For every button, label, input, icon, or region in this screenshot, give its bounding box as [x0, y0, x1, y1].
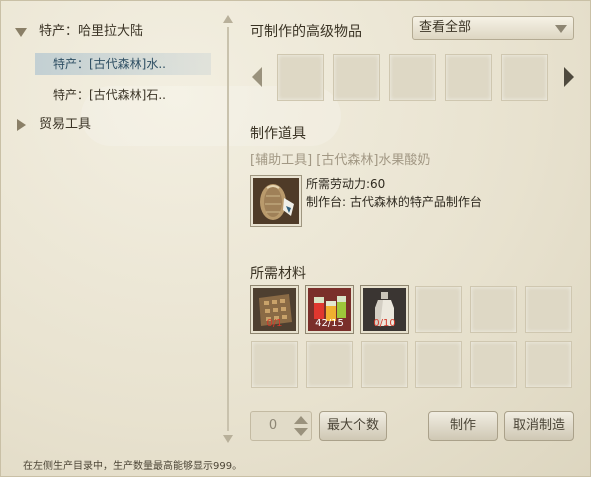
advanced-item-slot[interactable] — [389, 54, 436, 101]
scroll-down-icon[interactable] — [223, 435, 233, 443]
material-slot-empty — [415, 286, 462, 333]
labor-requirement: 所需劳动力:60 — [306, 177, 386, 191]
expand-triangle-icon — [15, 28, 27, 37]
tree-group-label: 贸易工具 — [39, 117, 92, 132]
crafting-window: 特产：哈里拉大陆 特产：[古代森林]水.. 特产：[古代森林]石.. 贸易工具 … — [0, 0, 591, 477]
cancel-craft-button[interactable]: 取消制造 — [504, 411, 574, 441]
advanced-item-slot[interactable] — [333, 54, 380, 101]
crafting-station: 制作台: 古代森林的特产品制作台 — [306, 195, 482, 209]
tree-group-trade-tools[interactable]: 贸易工具 — [15, 114, 215, 136]
collapse-triangle-icon — [17, 119, 26, 131]
material-slot-empty — [525, 286, 572, 333]
material-slot-empty — [415, 341, 462, 388]
craft-button[interactable]: 制作 — [428, 411, 498, 441]
milk-bottle-icon[interactable]: 0/10 — [361, 286, 408, 333]
decrement-icon[interactable] — [294, 428, 308, 436]
sack-icon[interactable] — [251, 176, 301, 226]
food-tray-icon[interactable]: 0/1 — [251, 286, 298, 333]
material-slot-empty — [306, 341, 353, 388]
material-slot-empty — [251, 341, 298, 388]
carousel-prev-icon[interactable] — [252, 67, 262, 87]
material-count: 42/15 — [315, 318, 344, 329]
increment-icon[interactable] — [294, 416, 308, 424]
materials-title: 所需材料 — [250, 266, 306, 282]
filter-dropdown-value: 查看全部 — [419, 20, 472, 35]
carousel-next-icon[interactable] — [564, 67, 574, 87]
tree-item-stone[interactable]: 特产：[古代森林]石.. — [35, 84, 211, 106]
material-slot-empty — [470, 286, 517, 333]
tree-group-label: 特产：哈里拉大陆 — [39, 24, 144, 39]
tree-item-label: 特产：[古代森林]石.. — [53, 88, 166, 102]
tree-group-harira[interactable]: 特产：哈里拉大陆 — [15, 21, 215, 43]
advanced-item-slot[interactable] — [277, 54, 324, 101]
material-count: 0/1 — [266, 318, 283, 329]
advanced-item-slot[interactable] — [501, 54, 548, 101]
quantity-stepper[interactable]: 0 — [250, 411, 312, 441]
material-slot-empty — [470, 341, 517, 388]
tree-item-label: 特产：[古代森林]水.. — [53, 57, 166, 71]
tool-section-title: 制作道具 — [250, 126, 306, 142]
chevron-down-icon — [555, 25, 567, 33]
scroll-track[interactable] — [227, 27, 229, 431]
material-slot-empty — [361, 341, 408, 388]
tree-scrollbar[interactable] — [223, 15, 233, 443]
tool-item-name: [辅助工具] [古代森林]水果酸奶 — [250, 153, 431, 168]
tree-item-fruit[interactable]: 特产：[古代森林]水.. — [35, 53, 211, 75]
category-tree: 特产：哈里拉大陆 特产：[古代森林]水.. 特产：[古代森林]石.. 贸易工具 — [15, 17, 220, 437]
max-quantity-button[interactable]: 最大个数 — [319, 411, 387, 441]
quantity-value[interactable]: 0 — [251, 412, 295, 440]
scroll-up-icon[interactable] — [223, 15, 233, 23]
footer-hint: 在左侧生产目录中，生产数量最高能够显示999。 — [23, 461, 243, 472]
juice-glasses-icon[interactable]: 42/15 — [306, 286, 353, 333]
material-slot-empty — [525, 341, 572, 388]
advanced-item-slot[interactable] — [445, 54, 492, 101]
material-count: 0/10 — [373, 318, 396, 329]
filter-dropdown[interactable]: 查看全部 — [412, 16, 574, 40]
advanced-items-title: 可制作的高级物品 — [250, 24, 362, 40]
